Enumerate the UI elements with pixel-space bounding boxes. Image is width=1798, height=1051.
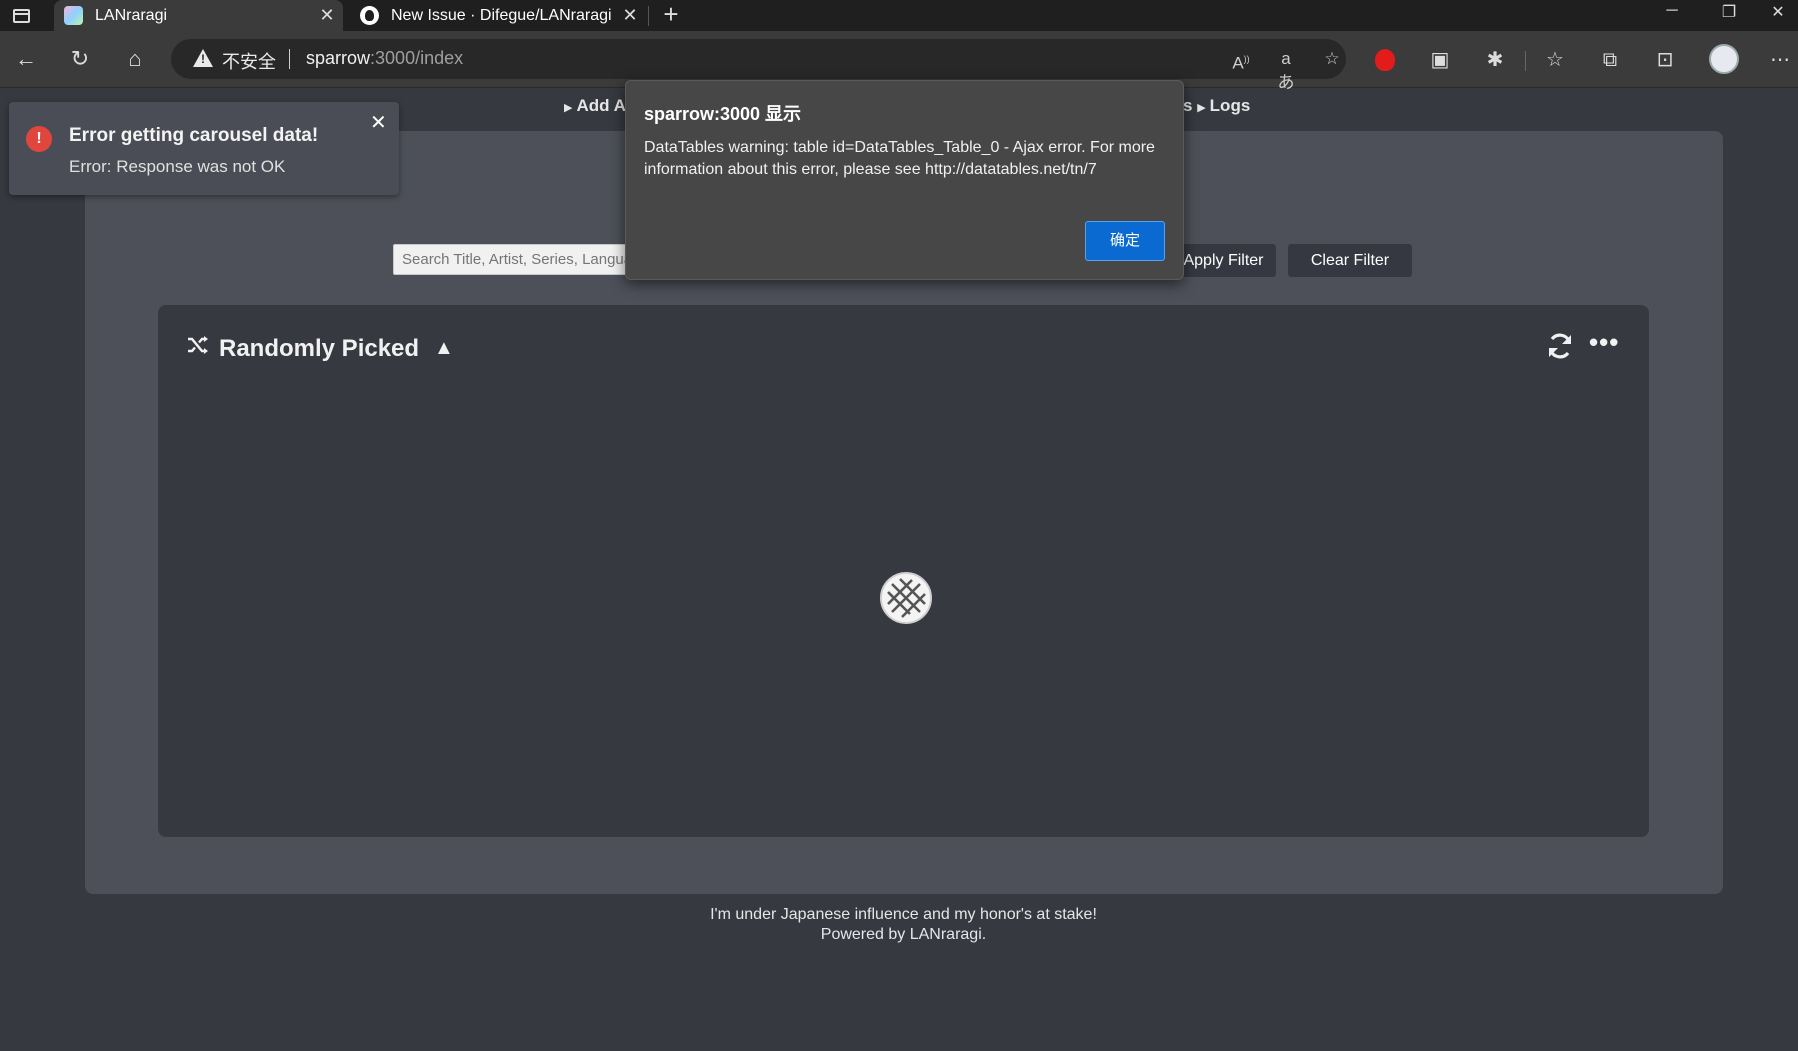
tab-close-icon[interactable]: ✕ (317, 5, 337, 26)
toolbar-divider (1525, 51, 1526, 71)
extension-red-icon[interactable] (1370, 45, 1400, 75)
address-bar[interactable]: 不安全 sparrow:3000/index A)) aあ ☆ (171, 39, 1346, 92)
dialog-ok-button[interactable]: 确定 (1085, 221, 1165, 261)
puzzle-icon[interactable]: ✱ (1480, 45, 1510, 75)
toast-close-icon[interactable]: ✕ (370, 110, 387, 135)
address-divider (289, 49, 290, 69)
screenshot-icon[interactable]: ⊡ (1650, 45, 1680, 75)
browser-tab-bar: LANraragi ✕ New Issue · Difegue/LANrarag… (0, 0, 1798, 31)
alert-dialog: sparrow:3000 显示 DataTables warning: tabl… (625, 80, 1184, 280)
apply-filter-button[interactable]: Apply Filter (1171, 244, 1276, 277)
error-toast: ! Error getting carousel data! Error: Re… (9, 102, 399, 195)
back-icon[interactable]: ← (10, 43, 42, 75)
minimize-icon[interactable]: ─ (1652, 2, 1692, 28)
carousel-panel: Randomly Picked ▲ ••• (158, 305, 1649, 837)
tab-title: LANraragi (95, 6, 168, 24)
carousel-title: Randomly Picked (219, 335, 420, 362)
nav-logs[interactable]: s ▶ Logs (1183, 96, 1250, 120)
carousel-more-icon[interactable]: ••• (1589, 327, 1619, 358)
favorites-icon[interactable]: ☆ (1540, 45, 1570, 75)
security-label[interactable]: 不安全 (222, 48, 276, 74)
dialog-message: DataTables warning: table id=DataTables_… (644, 139, 1155, 178)
page-content: ▶Add Ar s ▶Logs Apply Filter Clear Filte… (0, 80, 1798, 1051)
tab-divider (648, 6, 649, 26)
nav-logs-label: Logs (1209, 96, 1251, 115)
add-favorite-icon[interactable]: ☆ (1319, 47, 1345, 71)
shuffle-icon (188, 336, 208, 354)
toast-title: Error getting carousel data! (69, 125, 319, 146)
carousel-refresh-icon[interactable] (1545, 331, 1575, 361)
home-icon[interactable]: ⌂ (119, 43, 151, 75)
github-favicon-icon (360, 6, 379, 25)
more-icon[interactable]: ⋯ (1765, 45, 1795, 75)
footer-powered-by: Powered by LANraragi. (820, 926, 987, 943)
nav-add-archives[interactable]: ▶ Add Ar (564, 96, 633, 120)
url-host: sparrow (306, 48, 371, 68)
restore-icon[interactable]: ❐ (1709, 2, 1749, 28)
loading-spinner-icon (880, 572, 932, 624)
read-aloud-icon[interactable]: A)) (1228, 47, 1254, 73)
sidebar-icon[interactable] (8, 4, 34, 28)
clear-filter-button[interactable]: Clear Filter (1288, 244, 1412, 277)
error-icon: ! (26, 126, 52, 152)
translate-icon[interactable]: aあ (1273, 47, 1299, 92)
footer-quote: I'm under Japanese influence and my hono… (710, 906, 1097, 923)
tab-lanraragi[interactable]: LANraragi ✕ (54, 0, 343, 31)
not-secure-warning-icon[interactable] (193, 49, 213, 67)
tab-close-icon[interactable]: ✕ (620, 5, 640, 26)
url-rest: :3000/index (370, 48, 464, 68)
footer: I'm under Japanese influence and my hono… (0, 905, 1798, 945)
refresh-icon[interactable]: ↻ (64, 43, 96, 75)
dialog-title: sparrow:3000 显示 (644, 104, 802, 124)
toast-message: Error: Response was not OK (69, 157, 286, 176)
profile-icon[interactable] (1709, 44, 1739, 74)
url-text[interactable]: sparrow:3000/index (306, 48, 463, 69)
extension-icon[interactable]: ▣ (1425, 45, 1455, 75)
window-close-icon[interactable]: ✕ (1758, 2, 1798, 28)
new-tab-icon[interactable]: + (658, 1, 684, 29)
lanraragi-favicon-icon (64, 6, 83, 25)
collections-icon[interactable]: ⧉ (1595, 45, 1625, 75)
nav-prev-suffix: s (1183, 96, 1193, 115)
carousel-collapse-icon[interactable]: ▲ (434, 337, 454, 360)
tab-new-issue[interactable]: New Issue · Difegue/LANraragi ✕ (350, 0, 646, 31)
tab-title: New Issue · Difegue/LANraragi (391, 6, 612, 24)
